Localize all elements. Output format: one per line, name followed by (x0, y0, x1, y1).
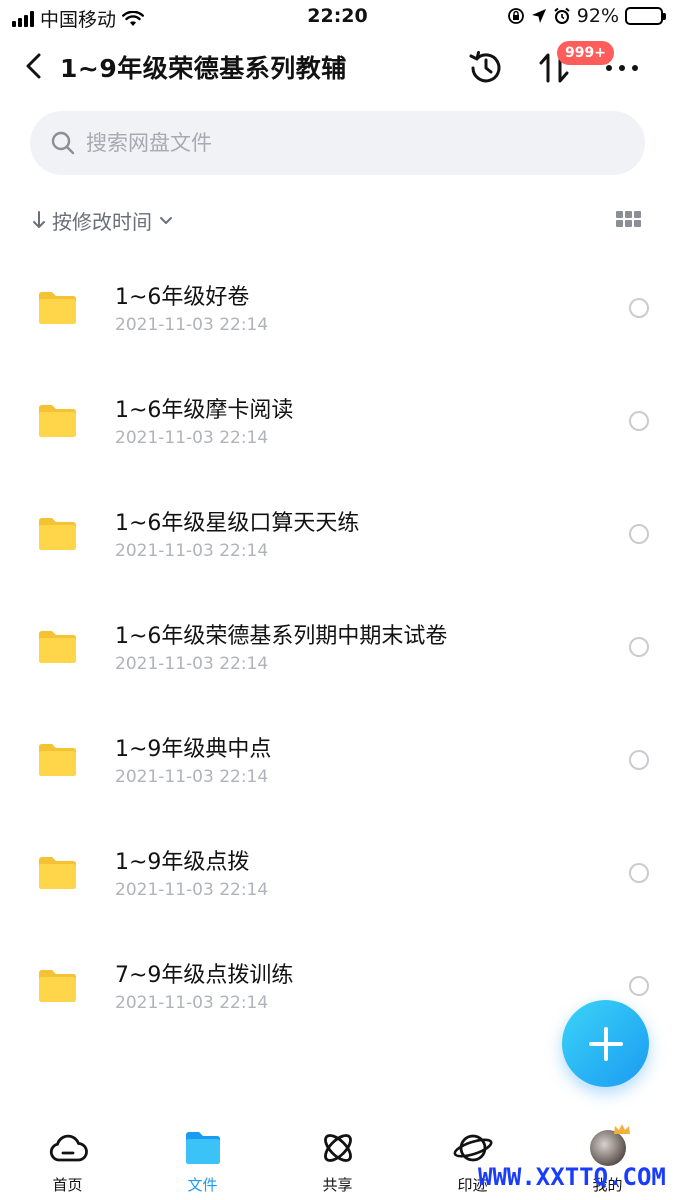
tab-files[interactable]: 文件 (135, 1118, 270, 1200)
folder-icon (39, 744, 76, 776)
avatar (589, 1130, 626, 1166)
folder-icon (39, 405, 76, 437)
folder-icon (39, 970, 76, 1002)
file-list-item[interactable]: 1~9年级典中点 2021-11-03 22:14 (0, 702, 675, 815)
add-button[interactable] (562, 1000, 649, 1087)
file-list-item[interactable]: 1~6年级星级口算天天练 2021-11-03 22:14 (0, 476, 675, 589)
tab-label: 首页 (52, 1176, 83, 1194)
file-name: 1~6年级摩卡阅读 (115, 398, 294, 423)
select-checkbox[interactable] (629, 524, 649, 544)
battery-percent: 92% (576, 5, 619, 27)
file-modified-time: 2021-11-03 22:14 (115, 428, 269, 448)
file-modified-time: 2021-11-03 22:14 (115, 541, 269, 561)
file-name: 1~9年级典中点 (115, 737, 272, 762)
select-checkbox[interactable] (629, 976, 649, 996)
file-modified-time: 2021-11-03 22:14 (115, 880, 269, 900)
crown-icon (614, 1124, 630, 1134)
file-modified-time: 2021-11-03 22:14 (115, 315, 269, 335)
alarm-icon (554, 7, 570, 24)
page-title: 1~9年级荣德基系列教辅 (60, 54, 347, 83)
folder-icon (39, 857, 76, 889)
folder-icon (39, 631, 76, 663)
file-list: 1~6年级好卷 2021-11-03 22:14 1~6年级摩卡阅读 2021-… (0, 250, 675, 1041)
file-modified-time: 2021-11-03 22:14 (115, 993, 269, 1013)
orientation-lock-icon (507, 8, 524, 24)
battery-icon (625, 7, 666, 25)
search-bar[interactable] (30, 111, 645, 175)
file-modified-time: 2021-11-03 22:14 (115, 654, 269, 674)
folder-icon (185, 1132, 220, 1164)
file-list-item[interactable]: 1~6年级荣德基系列期中期末试卷 2021-11-03 22:14 (0, 589, 675, 702)
select-checkbox[interactable] (629, 750, 649, 770)
file-list-item[interactable]: 1~9年级点拨 2021-11-03 22:14 (0, 815, 675, 928)
file-name: 1~6年级荣德基系列期中期末试卷 (115, 624, 448, 649)
file-name: 1~6年级星级口算天天练 (115, 511, 360, 536)
grid-view-toggle-icon[interactable] (616, 211, 642, 229)
file-name: 1~9年级点拨 (115, 850, 250, 875)
select-checkbox[interactable] (629, 411, 649, 431)
tab-home[interactable]: 首页 (0, 1118, 135, 1200)
tab-share[interactable]: 共享 (270, 1118, 405, 1200)
sort-label: 按修改时间 (52, 209, 152, 234)
location-arrow-icon (531, 9, 546, 23)
select-checkbox[interactable] (629, 863, 649, 883)
sort-down-arrow-icon (33, 211, 45, 228)
plus-icon (588, 1026, 623, 1061)
history-icon[interactable] (466, 48, 506, 88)
select-checkbox[interactable] (629, 298, 649, 318)
search-icon (51, 131, 75, 155)
nav-bar: 1~9年级荣德基系列教辅 999+ (0, 34, 675, 100)
file-list-item[interactable]: 1~6年级摩卡阅读 2021-11-03 22:14 (0, 363, 675, 476)
folder-icon (39, 292, 76, 324)
file-name: 7~9年级点拨训练 (115, 963, 294, 988)
status-bar: 中国移动 22:20 92% (0, 0, 675, 34)
more-options-icon[interactable] (600, 48, 644, 88)
select-checkbox[interactable] (629, 637, 649, 657)
watermark: WWW.XXTTQ.COM (478, 1163, 666, 1191)
status-right: 92% (507, 5, 666, 27)
sort-selector[interactable]: 按修改时间 (32, 204, 174, 236)
back-arrow-icon[interactable] (16, 48, 52, 84)
cloud-icon (49, 1134, 88, 1162)
folder-icon (39, 518, 76, 550)
tab-label: 共享 (322, 1176, 353, 1194)
file-list-item[interactable]: 1~6年级好卷 2021-11-03 22:14 (0, 250, 675, 363)
orbit-icon (323, 1134, 352, 1162)
tab-label: 文件 (187, 1176, 218, 1194)
planet-icon (453, 1134, 492, 1162)
file-name: 1~6年级好卷 (115, 285, 250, 310)
file-modified-time: 2021-11-03 22:14 (115, 767, 269, 787)
search-input[interactable] (86, 131, 606, 155)
chevron-down-icon (160, 217, 172, 224)
